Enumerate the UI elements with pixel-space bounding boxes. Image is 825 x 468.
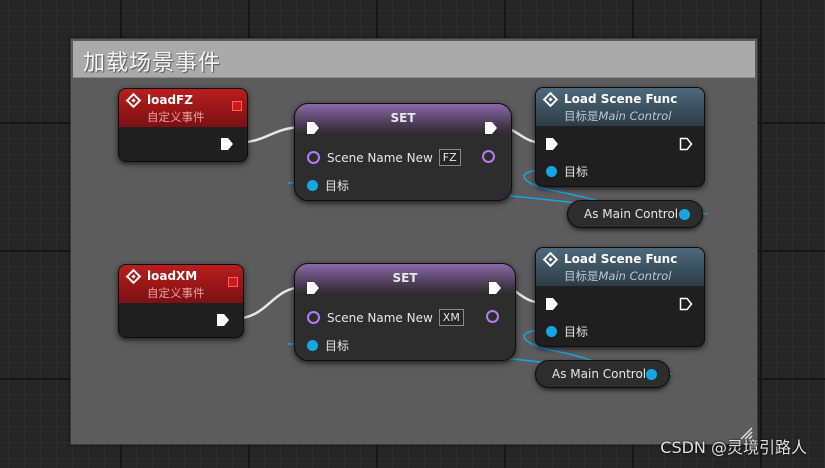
string-pin-icon[interactable]	[307, 151, 320, 164]
func-node-load-scene-2[interactable]: Load Scene Func 目标是Main Control 目标	[535, 247, 705, 347]
exec-out-pin-icon[interactable]	[488, 281, 502, 295]
target-pin-label: 目标	[564, 325, 589, 339]
target-pin-row[interactable]: 目标	[307, 177, 349, 194]
cast-node-label: As Main Control	[552, 367, 647, 381]
cast-node-label: As Main Control	[584, 207, 679, 221]
target-pin-row[interactable]: 目标	[546, 323, 588, 340]
func-node-title: Load Scene Func	[564, 92, 678, 106]
event-delegate-pin-icon[interactable]	[232, 101, 242, 111]
scene-name-pin-label: Scene Name New	[327, 310, 433, 325]
event-node-subtitle: 自定义事件	[147, 110, 205, 124]
comment-title: 加载场景事件	[83, 51, 222, 76]
string-pin-icon[interactable]	[307, 311, 320, 324]
exec-in-pin-icon[interactable]	[306, 281, 320, 295]
scene-name-pin-row[interactable]: Scene Name New FZ	[307, 149, 461, 166]
set-node-xm[interactable]: SET Scene Name New XM 目标	[294, 263, 516, 361]
scene-name-pin-row[interactable]: Scene Name New XM	[307, 309, 464, 326]
target-pin-label: 目标	[325, 339, 350, 353]
func-node-load-scene-1[interactable]: Load Scene Func 目标是Main Control 目标	[535, 87, 705, 187]
exec-out-pin-icon[interactable]	[220, 137, 234, 151]
target-pin-row[interactable]: 目标	[546, 163, 588, 180]
object-pin-icon[interactable]	[546, 166, 557, 177]
event-delegate-pin-icon[interactable]	[228, 277, 238, 287]
event-node-title: loadFZ	[147, 93, 193, 107]
function-icon	[542, 251, 559, 268]
scene-name-value-field[interactable]: XM	[438, 309, 464, 326]
object-pin-icon[interactable]	[546, 326, 557, 337]
event-node-loadxm[interactable]: loadXM 自定义事件	[118, 264, 244, 338]
event-node-title: loadXM	[147, 269, 198, 283]
target-pin-row[interactable]: 目标	[307, 337, 349, 354]
object-pin-icon[interactable]	[307, 340, 318, 351]
event-icon	[125, 268, 142, 285]
event-icon	[125, 92, 142, 109]
exec-out-pin-icon[interactable]	[679, 297, 693, 311]
target-pin-label: 目标	[564, 165, 589, 179]
func-node-header[interactable]: Load Scene Func 目标是Main Control	[536, 88, 704, 126]
object-out-pin-icon[interactable]	[646, 369, 657, 380]
scene-name-pin-label: Scene Name New	[327, 150, 433, 165]
cast-node-main-control-2[interactable]: As Main Control	[535, 360, 670, 388]
string-out-pin-icon[interactable]	[486, 310, 499, 323]
exec-in-pin-icon[interactable]	[545, 137, 559, 151]
target-pin-label: 目标	[325, 179, 350, 193]
comment-header[interactable]: 加载场景事件	[73, 41, 755, 78]
exec-out-pin-icon[interactable]	[216, 313, 230, 327]
set-node-title: SET	[392, 271, 418, 285]
scene-name-value-field[interactable]: FZ	[438, 149, 461, 166]
func-node-header[interactable]: Load Scene Func 目标是Main Control	[536, 248, 704, 286]
func-node-subtitle: 目标是Main Control	[564, 269, 672, 283]
func-node-title: Load Scene Func	[564, 252, 678, 266]
string-out-pin-icon[interactable]	[482, 150, 495, 163]
function-icon	[542, 91, 559, 108]
exec-out-pin-icon[interactable]	[484, 121, 498, 135]
set-node-fz[interactable]: SET Scene Name New FZ 目标	[294, 103, 512, 201]
watermark: CSDN @灵境引路人	[660, 438, 807, 457]
event-node-subtitle: 自定义事件	[147, 286, 205, 300]
object-out-pin-icon[interactable]	[679, 209, 690, 220]
event-node-loadfz[interactable]: loadFZ 自定义事件	[118, 88, 248, 162]
object-pin-icon[interactable]	[307, 180, 318, 191]
set-node-title: SET	[390, 111, 416, 125]
exec-out-pin-icon[interactable]	[679, 137, 693, 151]
event-node-header[interactable]: loadFZ 自定义事件	[119, 89, 247, 127]
exec-in-pin-icon[interactable]	[306, 121, 320, 135]
exec-in-pin-icon[interactable]	[545, 297, 559, 311]
func-node-subtitle: 目标是Main Control	[564, 109, 672, 123]
cast-node-main-control-1[interactable]: As Main Control	[567, 200, 703, 228]
event-node-header[interactable]: loadXM 自定义事件	[119, 265, 243, 303]
